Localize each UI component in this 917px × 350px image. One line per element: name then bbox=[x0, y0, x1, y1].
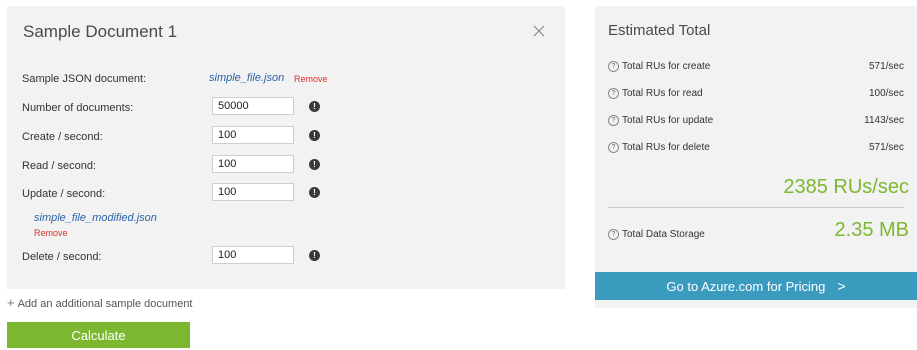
document-title: Sample Document 1 bbox=[23, 22, 178, 41]
storage-label: Total Data Storage bbox=[622, 229, 705, 241]
add-sample-document-label: Add an additional sample document bbox=[17, 298, 193, 310]
sample-json-label: Sample JSON document: bbox=[22, 73, 147, 85]
chevron-right-icon: > bbox=[837, 278, 846, 294]
metric-row-create: ? Total RUs for create 571/sec bbox=[608, 61, 904, 75]
metric-row-update: ? Total RUs for update 1143/sec bbox=[608, 115, 904, 129]
metric-row-read: ? Total RUs for read 100/sec bbox=[608, 88, 904, 102]
sample-document-panel: Sample Document 1 Sample JSON document: … bbox=[7, 6, 565, 289]
help-icon[interactable]: ? bbox=[608, 142, 619, 153]
create-per-second-label: Create / second: bbox=[22, 131, 103, 143]
read-per-second-label: Read / second: bbox=[22, 160, 96, 172]
help-icon[interactable]: ? bbox=[608, 88, 619, 99]
remove-update-file-link[interactable]: Remove bbox=[34, 228, 68, 238]
remove-sample-json-link[interactable]: Remove bbox=[294, 74, 328, 84]
divider bbox=[608, 207, 904, 208]
close-icon[interactable] bbox=[530, 22, 548, 40]
estimated-total-panel: Estimated Total ? Total RUs for create 57… bbox=[595, 6, 917, 308]
pricing-button-label: Go to Azure.com for Pricing bbox=[666, 279, 826, 294]
help-icon[interactable]: ? bbox=[608, 61, 619, 72]
calculate-button[interactable]: Calculate bbox=[7, 322, 190, 348]
metric-value: 571/sec bbox=[868, 142, 904, 153]
update-file-link[interactable]: simple_file_modified.json bbox=[34, 212, 157, 224]
number-of-documents-input[interactable] bbox=[212, 97, 294, 115]
metric-value: 571/sec bbox=[868, 61, 904, 72]
number-of-documents-label: Number of documents: bbox=[22, 102, 134, 114]
pricing-button[interactable]: Go to Azure.com for Pricing > bbox=[595, 272, 917, 300]
help-icon[interactable]: ? bbox=[608, 115, 619, 126]
metric-label: Total RUs for delete bbox=[622, 142, 710, 153]
sample-json-file-link[interactable]: simple_file.json bbox=[209, 72, 284, 84]
metric-label: Total RUs for create bbox=[622, 61, 711, 72]
info-icon[interactable]: ! bbox=[309, 187, 320, 198]
storage-value: 2.35 MB bbox=[834, 219, 909, 241]
estimated-total-title: Estimated Total bbox=[608, 22, 711, 39]
metric-label: Total RUs for update bbox=[622, 115, 714, 126]
update-per-second-input[interactable] bbox=[212, 183, 294, 201]
delete-per-second-input[interactable] bbox=[212, 246, 294, 264]
plus-icon: + bbox=[7, 295, 15, 310]
help-icon[interactable]: ? bbox=[608, 229, 619, 240]
metric-value: 1143/sec bbox=[864, 115, 904, 126]
info-icon[interactable]: ! bbox=[309, 101, 320, 112]
metric-row-delete: ? Total RUs for delete 571/sec bbox=[608, 142, 904, 156]
metric-label: Total RUs for read bbox=[622, 88, 703, 99]
create-per-second-input[interactable] bbox=[212, 126, 294, 144]
info-icon[interactable]: ! bbox=[309, 159, 320, 170]
info-icon[interactable]: ! bbox=[309, 250, 320, 261]
delete-per-second-label: Delete / second: bbox=[22, 251, 102, 263]
total-rus-value: 2385 RUs/sec bbox=[783, 176, 909, 198]
storage-row: ? Total Data Storage bbox=[608, 229, 705, 240]
add-sample-document-link[interactable]: + Add an additional sample document bbox=[7, 295, 193, 310]
metric-value: 100/sec bbox=[868, 88, 904, 99]
info-icon[interactable]: ! bbox=[309, 130, 320, 141]
read-per-second-input[interactable] bbox=[212, 155, 294, 173]
update-per-second-label: Update / second: bbox=[22, 188, 106, 200]
